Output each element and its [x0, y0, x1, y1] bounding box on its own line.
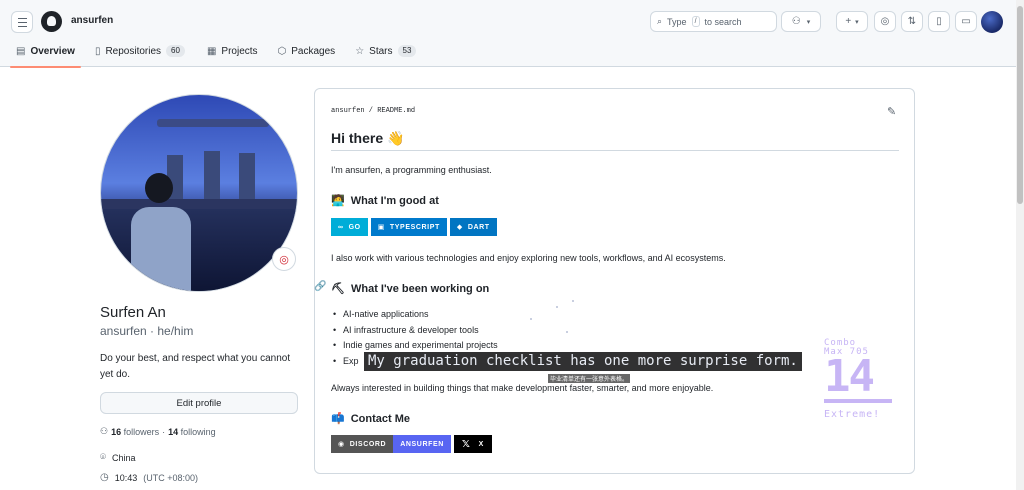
readme-title: Hi there 👋 [331, 130, 405, 146]
contact-heading: 📫 Contact Me [331, 412, 410, 426]
menu-button[interactable] [11, 11, 33, 33]
list-item: AI infrastructure & developer tools [331, 323, 498, 339]
tab-label: Projects [221, 45, 258, 57]
follow-stats: ⚇ 16 followers · 14 following [100, 426, 216, 437]
tab-projects[interactable]: ▦ Projects [201, 40, 264, 62]
repo-icon: ▯ [94, 45, 101, 57]
git-pull-request-icon: ⇅ [907, 16, 917, 27]
book-icon: ▤ [16, 45, 26, 57]
contact-badges: ◉ DISCORD ANSURFEN 𝕏X [331, 435, 492, 453]
dart-icon: ◆ [456, 224, 463, 231]
tab-label: Repositories [105, 45, 162, 57]
stars-count-badge: 53 [397, 45, 417, 57]
mailbox-emoji-icon: 📫 [331, 413, 345, 425]
chevron-down-icon: ▾ [855, 18, 859, 26]
package-icon: ⬡ [277, 45, 287, 57]
header-username[interactable]: ansurfen [71, 15, 113, 26]
profile-location: ⌾ China [100, 452, 136, 463]
video-subtitle: My graduation checklist has one more sur… [364, 352, 802, 371]
clock-icon: ◷ [100, 472, 109, 483]
tab-label: Stars [369, 45, 393, 57]
issues-button[interactable]: ◎ [874, 11, 896, 32]
location-icon: ⌾ [100, 452, 106, 463]
issue-opened-icon: ◎ [880, 16, 890, 27]
edit-profile-button[interactable]: Edit profile [100, 392, 298, 414]
readme-intro: I'm ansurfen, a programming enthusiast. [331, 165, 492, 175]
title-divider [331, 150, 899, 151]
combo-extreme-label: Extreme! [824, 409, 881, 420]
tab-overview[interactable]: ▤ Overview [10, 40, 81, 68]
good-at-heading: 🧑‍💻 What I'm good at [331, 194, 439, 208]
profile-local-time: ◷ 10:43 (UTC +08:00) [100, 472, 199, 483]
search-placeholder-suffix: to search [704, 16, 742, 27]
video-subtitle-translation: 毕业清单还有一张意外表格。 [548, 374, 631, 383]
table-icon: ▦ [206, 45, 217, 57]
working-on-heading: ⛏ What I've been working on [331, 282, 490, 296]
search-placeholder: Type [667, 16, 687, 27]
profile-login-pronouns: ansurfen · he/him [100, 324, 194, 338]
profile-avatar[interactable] [100, 94, 298, 292]
followers-link[interactable]: 16 followers [111, 427, 159, 437]
combo-counter: Combo Max 705 14 Extreme! [824, 339, 892, 420]
github-logo-icon[interactable] [41, 11, 62, 32]
readme-always-paragraph: Always interested in building things tha… [331, 383, 714, 393]
copilot-button[interactable]: ⚇ ▾ [781, 11, 821, 32]
readme-path[interactable]: ansurfen / README.md [331, 107, 415, 115]
plus-icon: + [845, 16, 852, 27]
go-badge[interactable]: ∞ GO [331, 218, 368, 236]
repositories-button[interactable]: ▯ [928, 11, 950, 32]
x-badge[interactable]: 𝕏X [453, 435, 492, 453]
search-icon: ⌕ [657, 16, 663, 26]
tab-repositories[interactable]: ▯ Repositories 60 [89, 40, 191, 62]
inbox-icon: ▭ [961, 16, 971, 27]
list-item: AI-native applications [331, 307, 498, 323]
status-target-icon[interactable]: ◎ [272, 247, 296, 271]
typescript-icon: ▣ [377, 224, 385, 231]
language-badges: ∞ GO ▣ TYPESCRIPT ◆ DART [331, 218, 497, 236]
profile-tabs: ▤ Overview ▯ Repositories 60 ▦ Projects … [10, 40, 422, 68]
pick-emoji-icon: ⛏ [331, 283, 345, 295]
typescript-badge[interactable]: ▣ TYPESCRIPT [370, 218, 447, 236]
top-header: ansurfen ⌕ Type / to search ⚇ ▾ + ▾ ◎ ⇅ ▯ … [0, 0, 1016, 68]
tab-label: Overview [30, 45, 75, 57]
profile-bio: Do your best, and respect what you canno… [100, 353, 291, 380]
scrollbar-thumb[interactable] [1017, 6, 1023, 204]
create-new-button[interactable]: + ▾ [836, 11, 868, 32]
tab-stars[interactable]: ☆ Stars 53 [349, 40, 422, 62]
go-icon: ∞ [338, 223, 344, 231]
star-icon: ☆ [355, 45, 365, 57]
tab-label: Packages [291, 45, 336, 57]
pencil-icon[interactable]: ✎ [887, 105, 896, 118]
combo-value: 14 [824, 351, 875, 402]
discord-icon: ◉ [338, 441, 345, 448]
readme-tech-paragraph: I also work with various technologies an… [331, 253, 726, 263]
repositories-count-badge: 60 [166, 45, 185, 57]
dart-badge[interactable]: ◆ DART [449, 218, 497, 236]
profile-full-name: Surfen An [100, 304, 166, 321]
people-icon: ⚇ [100, 426, 109, 436]
page-scrollbar[interactable] [1016, 0, 1024, 490]
following-link[interactable]: 14 following [168, 427, 216, 437]
search-input[interactable]: ⌕ Type / to search [650, 11, 777, 32]
chevron-down-icon: ▾ [806, 18, 811, 26]
user-avatar[interactable] [981, 11, 1003, 33]
inbox-button[interactable]: ▭ [955, 11, 977, 32]
technologist-emoji-icon: 🧑‍💻 [331, 195, 345, 207]
repo-icon: ▯ [936, 16, 942, 27]
tab-packages[interactable]: ⬡ Packages [272, 40, 342, 62]
search-shortcut-key: / [691, 16, 700, 27]
x-logo-icon: 𝕏 [461, 438, 471, 450]
discord-badge[interactable]: ◉ DISCORD ANSURFEN [331, 435, 451, 453]
pull-requests-button[interactable]: ⇅ [901, 11, 923, 32]
copilot-icon: ⚇ [791, 16, 801, 27]
link-icon[interactable]: 🔗 [314, 281, 326, 292]
